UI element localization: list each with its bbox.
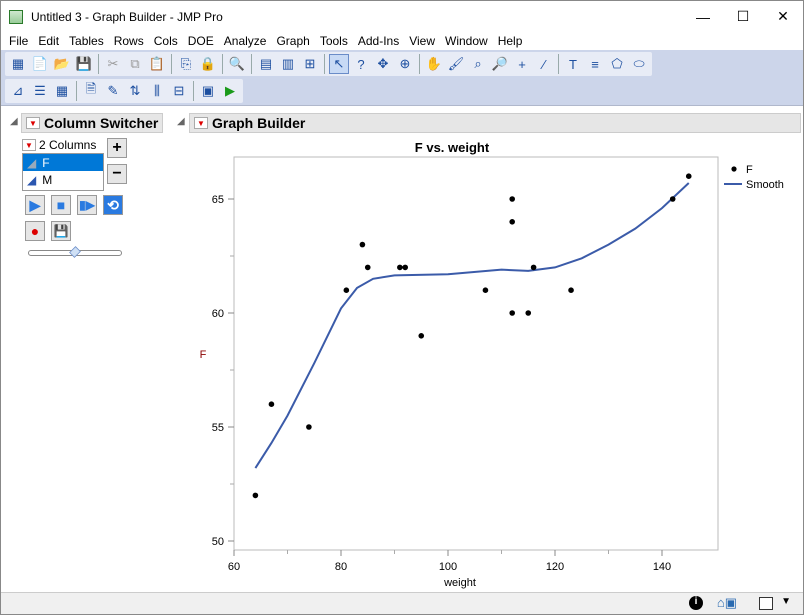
x-tick-label: 100 [439, 561, 457, 573]
y-tick-label: 50 [212, 536, 224, 548]
x-axis-label[interactable]: weight [443, 577, 476, 589]
legend: F Smooth [724, 164, 784, 191]
status-bar: i ⌂▣ ▼ [1, 592, 803, 614]
data-point[interactable] [509, 310, 515, 316]
plot-frame [233, 156, 719, 551]
data-point[interactable] [268, 401, 275, 408]
data-point[interactable] [364, 264, 371, 271]
data-point[interactable] [418, 333, 425, 339]
y-tick-label: 65 [212, 194, 224, 206]
data-point[interactable] [525, 310, 532, 316]
x-tick-label: 80 [335, 561, 347, 573]
data-point[interactable] [397, 264, 403, 271]
y-axis-label[interactable]: F [200, 349, 207, 361]
home-icon[interactable]: ⌂▣ [717, 595, 737, 611]
graph-area: F vs. weight weight F 60 80 100 120 140 50 55 6… [200, 140, 784, 589]
data-point[interactable] [568, 287, 574, 294]
info-icon[interactable]: i [689, 596, 703, 610]
data-point[interactable] [509, 219, 515, 225]
data-point[interactable] [306, 424, 312, 430]
window-list-icon[interactable] [759, 597, 773, 610]
data-point[interactable] [669, 196, 676, 202]
data-point[interactable] [252, 492, 259, 499]
x-tick-label: 60 [228, 561, 240, 573]
legend-label-smooth: Smooth [746, 179, 784, 191]
x-tick-label: 120 [546, 561, 564, 573]
data-point[interactable] [530, 264, 537, 271]
x-tick-label: 140 [653, 561, 671, 573]
data-point[interactable] [343, 287, 350, 294]
data-point[interactable] [402, 264, 409, 271]
legend-label-f: F [746, 164, 753, 176]
chevron-down-icon[interactable]: ▼ [781, 596, 791, 607]
y-tick-label: 60 [212, 308, 224, 320]
legend-marker [731, 166, 737, 172]
data-point[interactable] [509, 196, 515, 202]
y-tick-label: 55 [212, 422, 224, 434]
data-point[interactable] [359, 241, 366, 248]
data-point[interactable] [482, 287, 489, 294]
data-point[interactable] [685, 173, 692, 179]
chart-title: F vs. weight [415, 140, 490, 155]
